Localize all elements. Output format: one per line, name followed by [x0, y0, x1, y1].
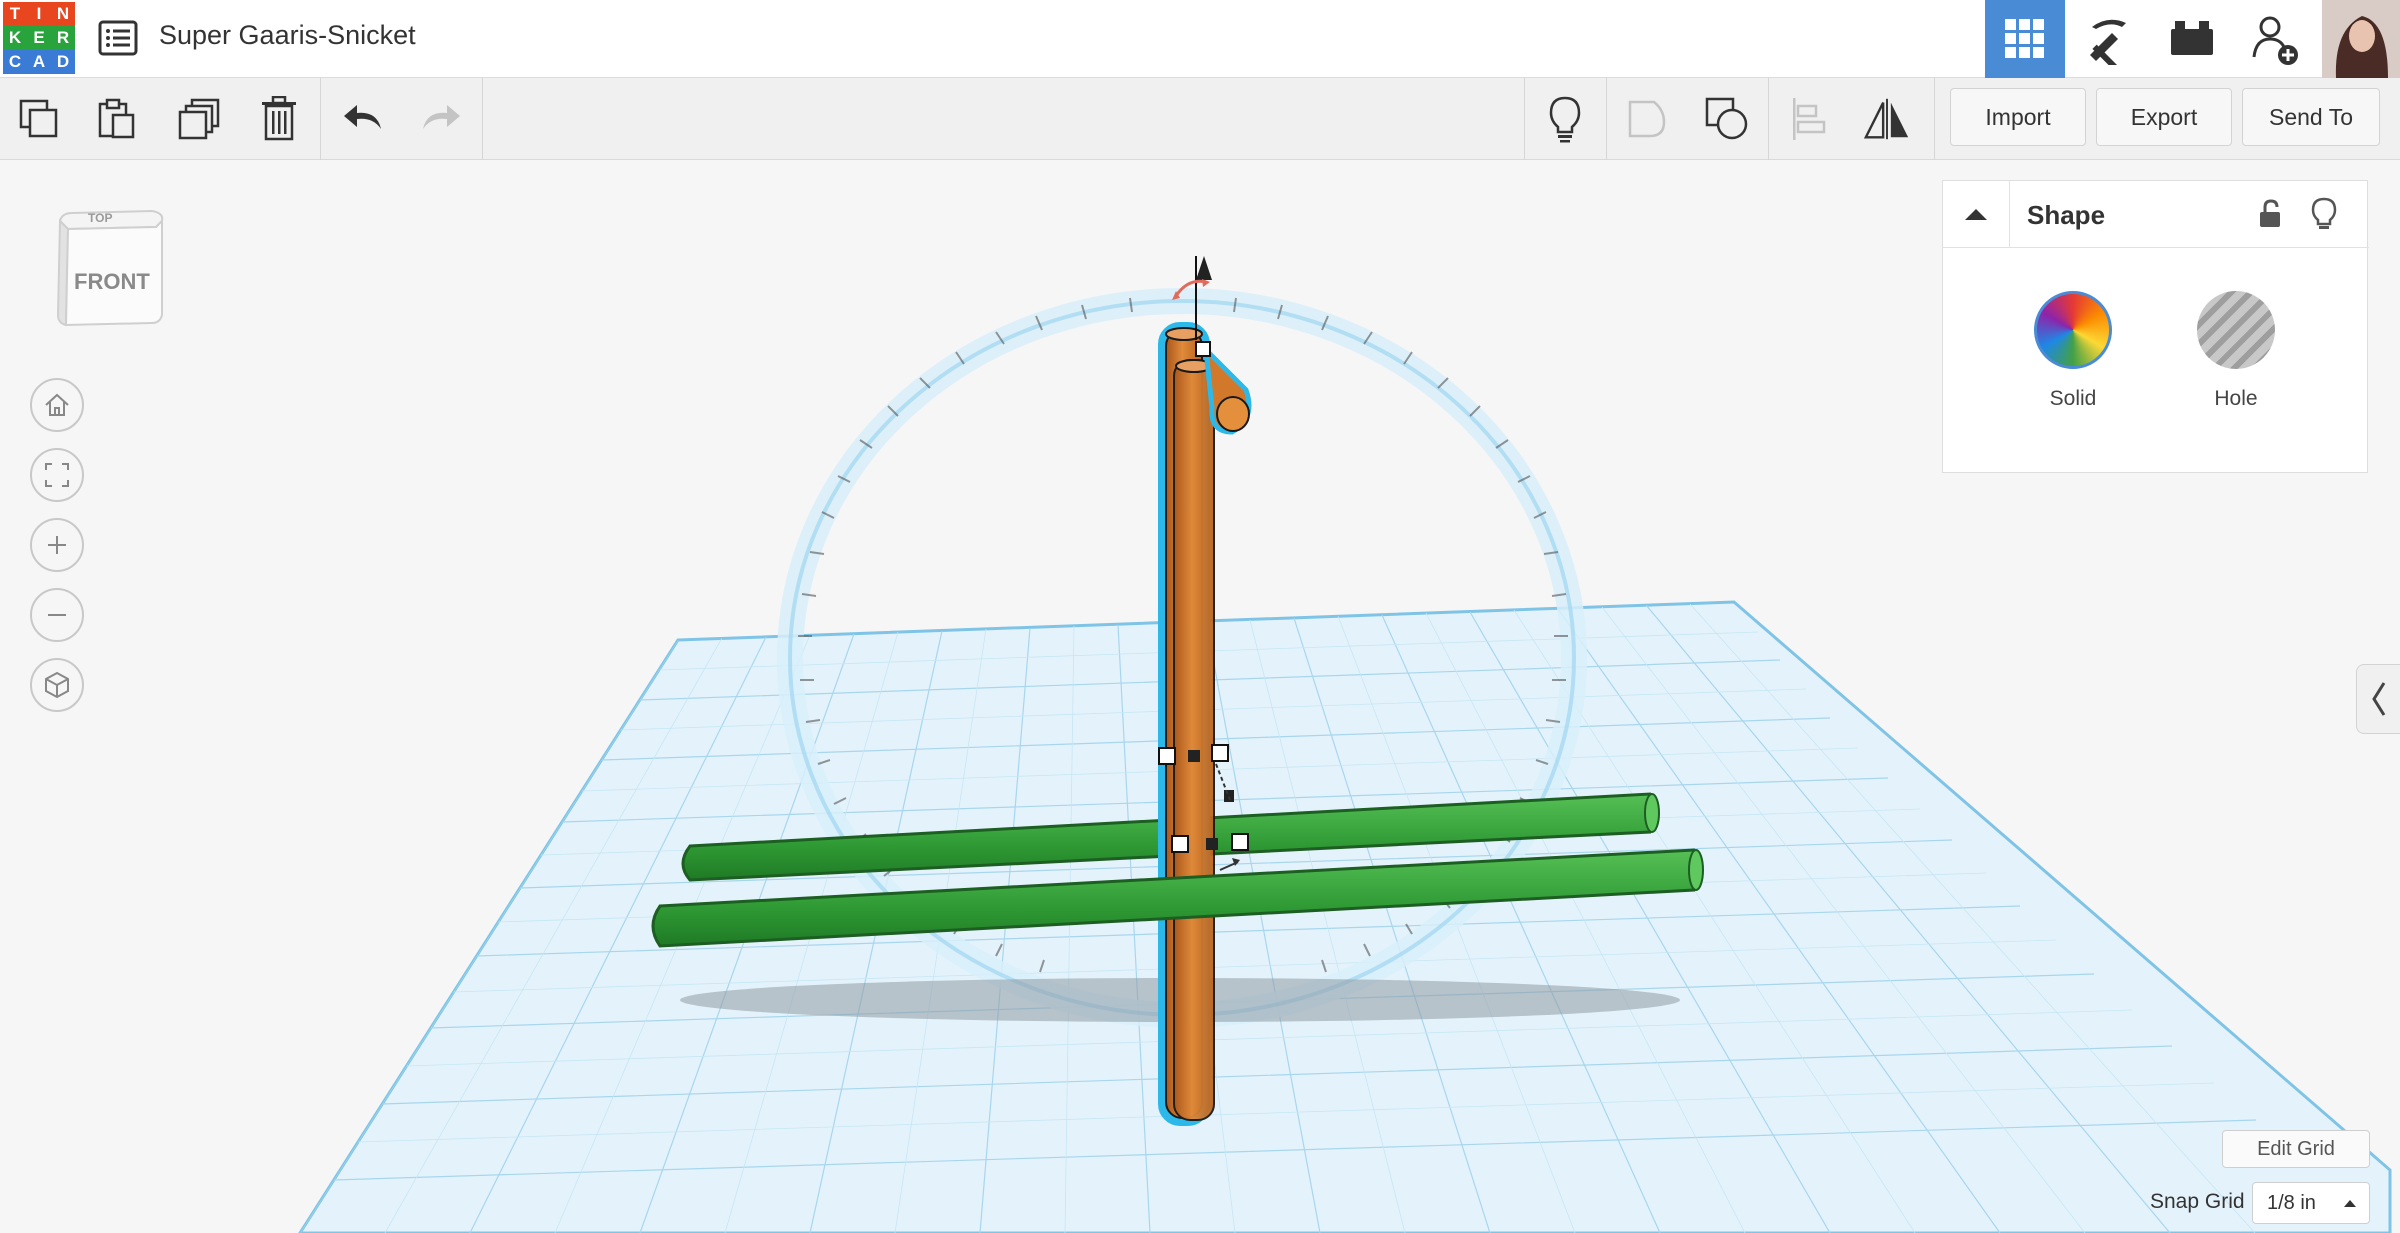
- design-list-button[interactable]: [98, 18, 138, 58]
- tinkercad-logo[interactable]: T I N K E R C A D: [3, 2, 75, 74]
- snap-grid-value: 1/8 in: [2267, 1192, 2316, 1215]
- lock-button[interactable]: [2255, 199, 2285, 229]
- orthographic-cube-icon: [42, 670, 72, 700]
- view-bricks-button[interactable]: [2152, 0, 2232, 78]
- view-blocks-button[interactable]: [2068, 0, 2148, 78]
- grid-icon: [2003, 17, 2047, 61]
- group-button[interactable]: [1622, 94, 1672, 144]
- list-icon: [98, 18, 138, 58]
- plus-icon: [43, 531, 71, 559]
- logo-letter: A: [27, 50, 51, 74]
- toolbar-divider: [1524, 78, 1525, 160]
- panel-title: Shape: [2027, 200, 2105, 231]
- copy-icon: [17, 97, 61, 141]
- workplane-grid[interactable]: [300, 602, 2390, 1233]
- app-header: T I N K E R C A D Super Gaaris-Snicket: [0, 0, 2400, 78]
- view-3d-design-button[interactable]: [1985, 0, 2065, 78]
- fit-view-button[interactable]: [30, 448, 84, 502]
- toolbar-divider: [1606, 78, 1607, 160]
- home-view-button[interactable]: [30, 378, 84, 432]
- send-to-button[interactable]: Send To: [2242, 88, 2380, 146]
- ungroup-button[interactable]: [1702, 94, 1752, 144]
- logo-letter: I: [27, 2, 51, 26]
- perspective-toggle-button[interactable]: [30, 658, 84, 712]
- export-button[interactable]: Export: [2096, 88, 2232, 146]
- copy-button[interactable]: [14, 94, 64, 144]
- align-icon: [1789, 96, 1829, 142]
- home-icon: [43, 391, 71, 419]
- cube-front-label: FRONT: [74, 269, 150, 295]
- edit-grid-button[interactable]: Edit Grid: [2222, 1130, 2370, 1168]
- show-hide-notes-button[interactable]: [1540, 94, 1590, 144]
- toolbar-divider: [320, 78, 321, 160]
- user-avatar[interactable]: [2322, 0, 2400, 78]
- zoom-in-button[interactable]: [30, 518, 84, 572]
- panel-divider: [1943, 247, 2369, 248]
- unlock-icon: [2255, 199, 2285, 229]
- duplicate-icon: [176, 96, 222, 142]
- solid-color-swatch[interactable]: [2034, 291, 2112, 369]
- logo-letter: N: [51, 2, 75, 26]
- paste-icon: [95, 97, 139, 141]
- lightbulb-icon: [2309, 197, 2339, 231]
- caret-up-icon: [1963, 206, 1989, 222]
- toolbar-divider: [1768, 78, 1769, 160]
- hide-shape-button[interactable]: [2309, 197, 2339, 231]
- chevron-left-icon: [2371, 681, 2387, 717]
- cube-top-label: TOP: [88, 211, 112, 225]
- logo-letter: D: [51, 50, 75, 74]
- workplane-viewport[interactable]: TOP FRONT Shape Solid Hole: [0, 160, 2400, 1233]
- edit-toolbar: Import Export Send To: [0, 78, 2400, 160]
- undo-icon: [341, 101, 385, 137]
- undo-button[interactable]: [338, 94, 388, 144]
- snap-grid-label: Snap Grid: [2150, 1190, 2245, 1214]
- project-title[interactable]: Super Gaaris-Snicket: [159, 20, 416, 51]
- logo-letter: R: [51, 26, 75, 50]
- snap-grid-select[interactable]: 1/8 in: [2252, 1182, 2370, 1224]
- view-cube[interactable]: TOP FRONT: [52, 205, 170, 333]
- add-user-icon: [2248, 11, 2304, 67]
- logo-letter: K: [3, 26, 27, 50]
- align-button[interactable]: [1784, 94, 1834, 144]
- hole-label: Hole: [2186, 387, 2286, 411]
- duplicate-button[interactable]: [174, 94, 224, 144]
- redo-button[interactable]: [416, 94, 466, 144]
- zoom-out-button[interactable]: [30, 588, 84, 642]
- caret-up-icon: [2343, 1198, 2357, 1208]
- mirror-icon: [1862, 96, 1912, 142]
- solid-label: Solid: [2023, 387, 2123, 411]
- ungroup-icon: [1704, 96, 1750, 142]
- pickaxe-icon: [2082, 13, 2134, 65]
- avatar-image-icon: [2322, 0, 2400, 78]
- delete-button[interactable]: [254, 94, 304, 144]
- shape-inspector-panel: Shape Solid Hole: [1942, 180, 2368, 473]
- logo-letter: T: [3, 2, 27, 26]
- lightbulb-icon: [1545, 95, 1585, 143]
- group-icon: [1624, 96, 1670, 142]
- trash-icon: [259, 96, 299, 142]
- minus-icon: [43, 601, 71, 629]
- shapes-panel-toggle[interactable]: [2356, 664, 2400, 734]
- logo-letter: E: [27, 26, 51, 50]
- hole-swatch[interactable]: [2197, 291, 2275, 369]
- logo-letter: C: [3, 50, 27, 74]
- brick-icon: [2169, 19, 2215, 59]
- panel-collapse-button[interactable]: [1943, 181, 2010, 247]
- paste-button[interactable]: [92, 94, 142, 144]
- toolbar-divider: [1934, 78, 1935, 160]
- invite-user-button[interactable]: [2236, 0, 2316, 78]
- fit-icon: [43, 461, 71, 489]
- import-button[interactable]: Import: [1950, 88, 2086, 146]
- redo-icon: [419, 101, 463, 137]
- mirror-button[interactable]: [1862, 94, 1912, 144]
- toolbar-divider: [482, 78, 483, 160]
